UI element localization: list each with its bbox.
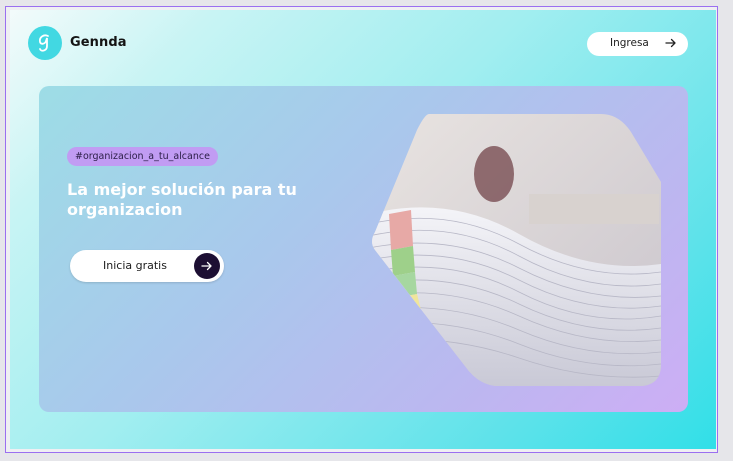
landing-page: Gennda Ingresa #organizacion_a_tu_alcanc… — [10, 10, 716, 449]
start-free-button[interactable]: Inicia gratis — [70, 250, 224, 282]
hero-card: #organizacion_a_tu_alcance La mejor solu… — [39, 86, 688, 412]
login-button[interactable]: Ingresa — [587, 32, 688, 56]
brand-name[interactable]: Gennda — [70, 35, 127, 50]
gennda-logo-icon[interactable] — [28, 26, 62, 60]
arrow-right-icon — [665, 38, 677, 51]
arrow-right-icon — [194, 253, 220, 279]
paper-stack-photo — [372, 114, 661, 386]
hero-headline: La mejor solución para tu organizacion — [67, 180, 297, 219]
login-button-label: Ingresa — [610, 37, 649, 49]
start-free-button-label: Inicia gratis — [103, 259, 167, 272]
hashtag-badge: #organizacion_a_tu_alcance — [67, 147, 218, 166]
